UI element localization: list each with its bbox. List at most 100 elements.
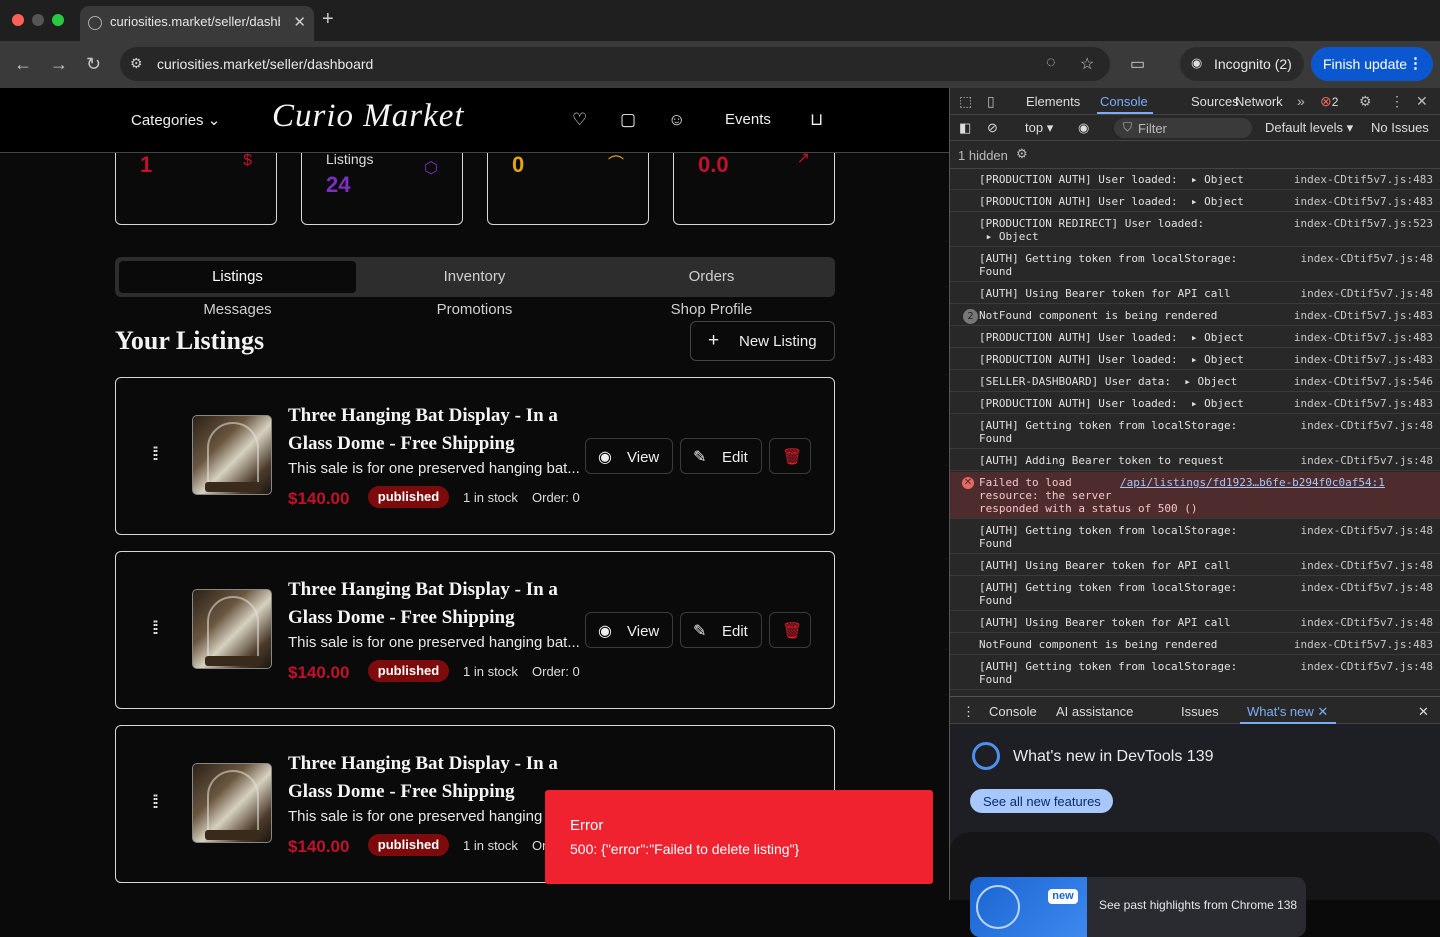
console-source-link[interactable]: index-CDtif5v7.js:48 <box>1301 524 1433 537</box>
drag-handle-icon[interactable]: ⁞⁞ <box>152 444 159 465</box>
issues-counter[interactable]: No Issues <box>1371 120 1429 135</box>
console-log-row[interactable]: [AUTH] Using Bearer token for API call in… <box>950 555 1440 576</box>
console-log-row[interactable]: [AUTH] Using Bearer token for API call in… <box>950 283 1440 304</box>
console-source-link[interactable]: index-CDtif5v7.js:483 <box>1294 195 1433 208</box>
context-select[interactable]: top ▾ <box>1025 120 1053 136</box>
console-log-row[interactable]: NotFound component is being rendered inde… <box>950 634 1440 655</box>
log-levels-select[interactable]: Default levels ▾ <box>1265 120 1353 136</box>
back-button[interactable]: ← <box>14 54 32 75</box>
console-log-row[interactable]: [AUTH] Getting token from localStorage: … <box>950 415 1440 449</box>
error-toast[interactable]: Error 500: {"error":"Failed to delete li… <box>545 790 933 884</box>
console-log-row[interactable]: [SELLER-DASHBOARD] User data: ▸ Object in… <box>950 371 1440 392</box>
tab-network[interactable]: Network <box>1235 94 1283 109</box>
tab-shop-profile[interactable]: Shop Profile <box>593 301 830 318</box>
console-log-row[interactable]: 2 NotFound component is being rendered ind… <box>950 305 1440 326</box>
console-log-row[interactable]: [AUTH] Getting token from localStorage: … <box>950 577 1440 611</box>
drawer-menu-icon[interactable]: ⋮ <box>962 704 975 720</box>
tab-promotions[interactable]: Promotions <box>356 301 593 318</box>
console-log-row[interactable]: [PRODUCTION AUTH] User loaded: ▸ Object i… <box>950 191 1440 212</box>
console-source-link[interactable]: index-CDtif5v7.js:48 <box>1301 287 1433 300</box>
cart-icon[interactable]: ⊔ <box>810 110 823 130</box>
heart-icon[interactable]: ♡ <box>572 110 587 130</box>
console-source-link[interactable]: index-CDtif5v7.js:48 <box>1301 616 1433 629</box>
console-source-link[interactable]: index-CDtif5v7.js:483 <box>1294 309 1433 322</box>
close-drawer-icon[interactable]: ✕ <box>1418 704 1429 720</box>
console-source-link[interactable]: index-CDtif5v7.js:48 <box>1301 660 1433 673</box>
tab-messages[interactable]: Messages <box>119 301 356 318</box>
eye-off-icon[interactable]: ◌ <box>1046 54 1056 72</box>
close-icon[interactable]: ✕ <box>1317 704 1328 719</box>
console-settings-icon[interactable]: ⚙ <box>1016 146 1028 162</box>
view-button[interactable]: ◉ View <box>585 612 673 648</box>
console-log-row[interactable]: [PRODUCTION AUTH] User loaded: ▸ Object i… <box>950 393 1440 414</box>
settings-gear-icon[interactable]: ⚙ <box>1359 93 1372 110</box>
console-log-row[interactable]: [AUTH] Getting token from localStorage: … <box>950 656 1440 690</box>
more-tabs-icon[interactable]: » <box>1297 93 1305 109</box>
error-count-badge[interactable]: ⊗2 <box>1320 93 1338 110</box>
maximize-window-button[interactable] <box>52 14 64 26</box>
see-all-features-button[interactable]: See all new features <box>970 789 1113 813</box>
delete-button[interactable]: 🗑 <box>769 612 811 648</box>
console-source-link[interactable]: index-CDtif5v7.js:48 <box>1301 559 1433 572</box>
clear-console-icon[interactable]: ⊘ <box>987 120 998 136</box>
categories-menu[interactable]: Categories ⌄ <box>131 111 220 129</box>
console-error-row[interactable]: ✕ Failed to load resource: the server res… <box>950 472 1440 519</box>
console-source-link[interactable]: index-CDtif5v7.js:483 <box>1294 353 1433 366</box>
address-bar[interactable]: ⚙ curiosities.market/seller/dashboard ◌ … <box>120 47 1110 81</box>
console-log-row[interactable]: [AUTH] Getting token from localStorage: … <box>950 248 1440 282</box>
console-log-row[interactable]: [AUTH] Getting token from localStorage: … <box>950 520 1440 554</box>
drawer-tab-console[interactable]: Console <box>989 704 1037 719</box>
tab-sources[interactable]: Sources <box>1191 94 1239 109</box>
tab-elements[interactable]: Elements <box>1026 94 1080 109</box>
tab-console[interactable]: Console <box>1100 94 1148 109</box>
forward-button[interactable]: → <box>50 54 68 75</box>
sidebar-toggle-icon[interactable]: ◧ <box>959 120 971 136</box>
tab-orders[interactable]: Orders <box>593 261 830 293</box>
highlight-card[interactable]: new See past highlights from Chrome 138 <box>970 877 1306 937</box>
console-source-link[interactable]: index-CDtif5v7.js:483 <box>1294 173 1433 186</box>
close-devtools-icon[interactable]: ✕ <box>1416 93 1428 110</box>
console-source-link[interactable]: index-CDtif5v7.js:48 <box>1301 454 1433 467</box>
console-log-row[interactable]: [AUTH] Using Bearer token for API call in… <box>950 612 1440 633</box>
device-toolbar-icon[interactable]: ▯ <box>987 93 995 110</box>
console-filter-input[interactable]: ⛉ Filter <box>1114 118 1252 138</box>
console-log-row[interactable]: [PRODUCTION AUTH] User loaded: ▸ Object i… <box>950 349 1440 370</box>
edit-button[interactable]: ✎ Edit <box>680 612 762 648</box>
console-source-link[interactable]: index-CDtif5v7.js:48 <box>1301 581 1433 594</box>
eye-icon[interactable]: ◉ <box>1078 120 1089 136</box>
drag-handle-icon[interactable]: ⁞⁞ <box>152 792 159 813</box>
drawer-tab-ai-assistance[interactable]: AI assistance <box>1056 704 1133 719</box>
more-vert-icon[interactable]: ⋮ <box>1390 93 1404 110</box>
console-source-link[interactable]: /api/listings/fd1923…b6fe-b294f0c0af54:1 <box>1120 476 1385 489</box>
finish-update-button[interactable]: Finish update ⋮ <box>1311 47 1433 81</box>
chat-icon[interactable]: ▢ <box>620 110 636 130</box>
tab-listings[interactable]: Listings <box>119 261 356 293</box>
console-source-link[interactable]: index-CDtif5v7.js:546 <box>1294 375 1433 388</box>
console-messages[interactable]: [PRODUCTION AUTH] User loaded: ▸ Object i… <box>950 169 1440 696</box>
console-source-link[interactable]: index-CDtif5v7.js:48 <box>1301 419 1433 432</box>
tab-inventory[interactable]: Inventory <box>356 261 593 293</box>
new-listing-button[interactable]: + New Listing <box>690 321 835 361</box>
star-icon[interactable]: ☆ <box>1080 54 1094 74</box>
delete-button[interactable]: 🗑 <box>769 438 811 474</box>
close-icon[interactable]: ✕ <box>293 13 306 31</box>
drawer-tab-issues[interactable]: Issues <box>1181 704 1219 719</box>
incognito-button[interactable]: ◉ Incognito (2) <box>1180 47 1304 81</box>
console-source-link[interactable]: index-CDtif5v7.js:483 <box>1294 397 1433 410</box>
console-source-link[interactable]: index-CDtif5v7.js:483 <box>1294 638 1433 651</box>
reload-button[interactable]: ↻ <box>86 54 101 75</box>
inspect-icon[interactable]: ⬚ <box>959 93 972 110</box>
site-logo[interactable]: Curio Market <box>272 98 465 135</box>
edit-button[interactable]: ✎ Edit <box>680 438 762 474</box>
console-log-row[interactable]: [PRODUCTION REDIRECT] User loaded: ▸ Obj… <box>950 213 1440 247</box>
console-log-row[interactable]: [PRODUCTION AUTH] User loaded: ▸ Object i… <box>950 169 1440 190</box>
browser-tab[interactable]: curiosities.market/seller/dashb ✕ <box>80 6 314 41</box>
user-icon[interactable]: ☺ <box>668 110 685 130</box>
console-log-row[interactable]: [AUTH] Adding Bearer token to request ind… <box>950 450 1440 471</box>
cast-icon[interactable]: ▭ <box>1130 54 1145 74</box>
console-source-link[interactable]: index-CDtif5v7.js:48 <box>1301 252 1433 265</box>
minimize-window-button[interactable] <box>32 14 44 26</box>
site-settings-icon[interactable]: ⚙ <box>130 55 143 72</box>
close-window-button[interactable] <box>12 14 24 26</box>
drawer-tab-whats-new[interactable]: What's new ✕ <box>1247 704 1328 720</box>
